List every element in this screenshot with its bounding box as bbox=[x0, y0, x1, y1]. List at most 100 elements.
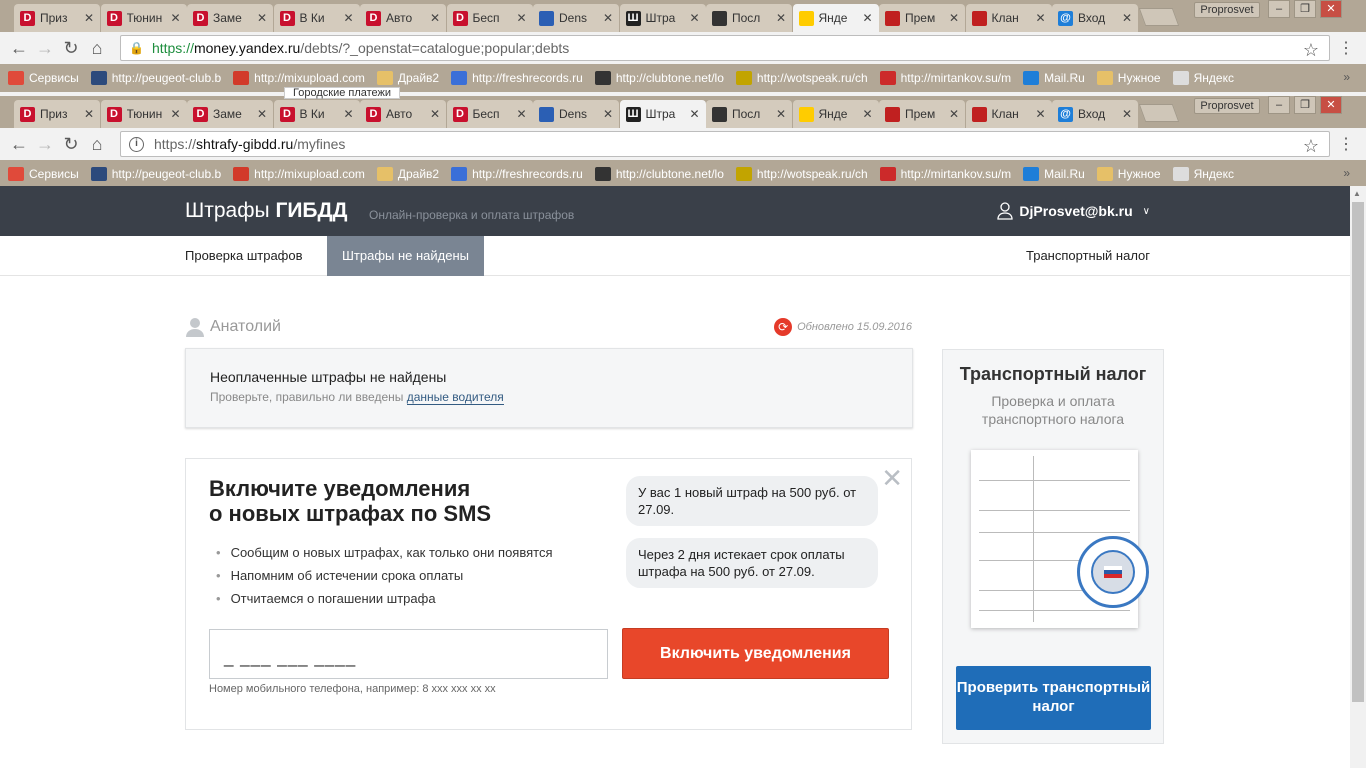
menu-icon[interactable]: ⋮ bbox=[1338, 134, 1354, 154]
maximize-icon[interactable]: ❐ bbox=[1294, 0, 1316, 18]
home-icon[interactable]: ⌂ bbox=[84, 134, 110, 155]
browser-tab[interactable]: D В Ки ✕ bbox=[273, 4, 360, 32]
scroll-thumb[interactable] bbox=[1352, 202, 1364, 702]
browser-tab[interactable]: Прем ✕ bbox=[879, 100, 965, 128]
browser-tab[interactable]: D Приз ✕ bbox=[14, 4, 100, 32]
bookmark-item[interactable]: http://clubtone.net/lo bbox=[594, 167, 724, 181]
close-tab-icon[interactable]: ✕ bbox=[1122, 107, 1132, 121]
close-tab-icon[interactable]: ✕ bbox=[430, 11, 440, 25]
info-icon[interactable]: i bbox=[129, 136, 144, 152]
browser-tab[interactable]: D Заме ✕ bbox=[187, 4, 273, 32]
more-bookmarks-icon[interactable]: » bbox=[1343, 70, 1350, 84]
nav-fines-not-found[interactable]: Штрафы не найдены bbox=[327, 236, 485, 276]
browser-tab[interactable]: Посл ✕ bbox=[706, 4, 792, 32]
browser-tab[interactable]: D Бесп ✕ bbox=[446, 100, 533, 128]
close-tab-icon[interactable]: ✕ bbox=[516, 107, 526, 121]
browser-tab[interactable]: D Бесп ✕ bbox=[446, 4, 533, 32]
vertical-scrollbar[interactable]: ▲ bbox=[1350, 186, 1366, 768]
bookmark-item[interactable]: http://clubtone.net/lo bbox=[594, 71, 724, 85]
back-icon[interactable]: ← bbox=[6, 38, 32, 59]
phone-input[interactable]: _ ___ ___ ____ bbox=[209, 629, 608, 679]
close-tab-icon[interactable]: ✕ bbox=[170, 11, 180, 25]
close-tab-icon[interactable]: ✕ bbox=[516, 11, 526, 25]
bookmark-item[interactable]: Драйв2 bbox=[376, 167, 439, 181]
browser-tab[interactable]: Клан ✕ bbox=[965, 4, 1052, 32]
close-tab-icon[interactable]: ✕ bbox=[84, 107, 94, 121]
maximize-icon[interactable]: ❐ bbox=[1294, 96, 1316, 114]
bookmark-star-icon[interactable]: ☆ bbox=[1303, 136, 1319, 157]
bookmark-item[interactable]: Сервисы bbox=[8, 167, 79, 181]
browser-tab[interactable]: Ш Штра ✕ bbox=[619, 4, 706, 32]
browser-tab[interactable]: D Авто ✕ bbox=[360, 100, 446, 128]
profile-button[interactable]: Proprosvet bbox=[1194, 2, 1260, 18]
driver-profile[interactable]: Анатолий bbox=[185, 317, 281, 337]
bookmark-item[interactable]: Драйв2 bbox=[376, 71, 439, 85]
address-bar[interactable]: 🔒 https://money.yandex.ru/debts/?_openst… bbox=[120, 35, 1330, 61]
profile-button[interactable]: Proprosvet bbox=[1194, 98, 1260, 114]
bookmark-item[interactable]: http://mixupload.com bbox=[233, 71, 365, 85]
close-tab-icon[interactable]: ✕ bbox=[776, 107, 786, 121]
close-window-icon[interactable]: ✕ bbox=[1320, 0, 1342, 18]
browser-tab[interactable]: Ш Штра ✕ bbox=[619, 100, 706, 128]
browser-tab[interactable]: Посл ✕ bbox=[706, 100, 792, 128]
close-tab-icon[interactable]: ✕ bbox=[1035, 107, 1045, 121]
close-tab-icon[interactable]: ✕ bbox=[1122, 11, 1132, 25]
browser-tab[interactable]: Dens ✕ bbox=[533, 4, 619, 32]
close-tab-icon[interactable]: ✕ bbox=[170, 107, 180, 121]
close-tab-icon[interactable]: ✕ bbox=[862, 107, 872, 121]
check-transport-tax-button[interactable]: Проверить транспортный налог bbox=[956, 666, 1151, 730]
nav-transport-tax[interactable]: Транспортный налог bbox=[1026, 236, 1150, 276]
driver-data-link[interactable]: данные водителя bbox=[406, 390, 504, 405]
close-tab-icon[interactable]: ✕ bbox=[776, 11, 786, 25]
more-bookmarks-icon[interactable]: » bbox=[1343, 166, 1350, 180]
refresh-icon[interactable]: ⟳ bbox=[774, 318, 793, 336]
reload-icon[interactable]: ↻ bbox=[58, 38, 84, 59]
nav-check-fines[interactable]: Проверка штрафов bbox=[185, 236, 303, 276]
browser-tab[interactable]: Dens ✕ bbox=[533, 100, 619, 128]
close-tab-icon[interactable]: ✕ bbox=[949, 107, 959, 121]
bookmark-item[interactable]: http://mirtankov.su/m bbox=[879, 71, 1011, 85]
bookmark-item[interactable]: Сервисы bbox=[8, 71, 79, 85]
back-icon[interactable]: ← bbox=[6, 134, 32, 155]
browser-tab[interactable]: D Заме ✕ bbox=[187, 100, 273, 128]
bookmark-item[interactable]: Нужное bbox=[1096, 71, 1161, 85]
close-tab-icon[interactable]: ✕ bbox=[949, 11, 959, 25]
browser-tab[interactable]: @ Вход ✕ bbox=[1052, 4, 1138, 32]
browser-tab[interactable]: D Тюнин ✕ bbox=[100, 100, 187, 128]
minimize-icon[interactable]: – bbox=[1268, 0, 1290, 18]
menu-icon[interactable]: ⋮ bbox=[1338, 38, 1354, 58]
close-tab-icon[interactable]: ✕ bbox=[343, 107, 353, 121]
bookmark-item[interactable]: http://wotspeak.ru/ch bbox=[735, 167, 868, 181]
close-tab-icon[interactable]: ✕ bbox=[603, 107, 613, 121]
browser-tab[interactable]: Прем ✕ bbox=[879, 4, 965, 32]
new-tab-button[interactable] bbox=[1138, 8, 1180, 26]
close-tab-icon[interactable]: ✕ bbox=[862, 11, 872, 25]
site-logo[interactable]: Штрафы ГИБДД bbox=[185, 199, 347, 223]
browser-tab[interactable]: @ Вход ✕ bbox=[1052, 100, 1138, 128]
new-tab-button[interactable] bbox=[1138, 104, 1180, 122]
bookmark-item[interactable]: Mail.Ru bbox=[1023, 167, 1085, 181]
user-menu[interactable]: DjProsvet@bk.ru ∨ bbox=[997, 202, 1150, 220]
enable-notifications-button[interactable]: Включить уведомления bbox=[622, 628, 889, 679]
close-window-icon[interactable]: ✕ bbox=[1320, 96, 1342, 114]
home-icon[interactable]: ⌂ bbox=[84, 38, 110, 59]
bookmark-item[interactable]: http://wotspeak.ru/ch bbox=[735, 71, 868, 85]
browser-tab[interactable]: Янде ✕ bbox=[792, 100, 879, 128]
close-tab-icon[interactable]: ✕ bbox=[689, 107, 699, 121]
browser-tab[interactable]: D Приз ✕ bbox=[14, 100, 100, 128]
bookmark-star-icon[interactable]: ☆ bbox=[1303, 40, 1319, 61]
scroll-up-icon[interactable]: ▲ bbox=[1353, 189, 1361, 198]
minimize-icon[interactable]: – bbox=[1268, 96, 1290, 114]
close-tab-icon[interactable]: ✕ bbox=[343, 11, 353, 25]
bookmark-item[interactable]: Яндекс bbox=[1172, 167, 1234, 181]
close-tab-icon[interactable]: ✕ bbox=[257, 11, 267, 25]
browser-tab[interactable]: D В Ки ✕ bbox=[273, 100, 360, 128]
close-tab-icon[interactable]: ✕ bbox=[603, 11, 613, 25]
bookmark-item[interactable]: http://mirtankov.su/m bbox=[879, 167, 1011, 181]
bookmark-item[interactable]: http://peugeot-club.b bbox=[90, 71, 221, 85]
forward-icon[interactable]: → bbox=[32, 38, 58, 59]
browser-tab[interactable]: D Авто ✕ bbox=[360, 4, 446, 32]
bookmark-item[interactable]: http://freshrecords.ru bbox=[451, 71, 583, 85]
bookmark-item[interactable]: http://freshrecords.ru bbox=[451, 167, 583, 181]
browser-tab[interactable]: Клан ✕ bbox=[965, 100, 1052, 128]
